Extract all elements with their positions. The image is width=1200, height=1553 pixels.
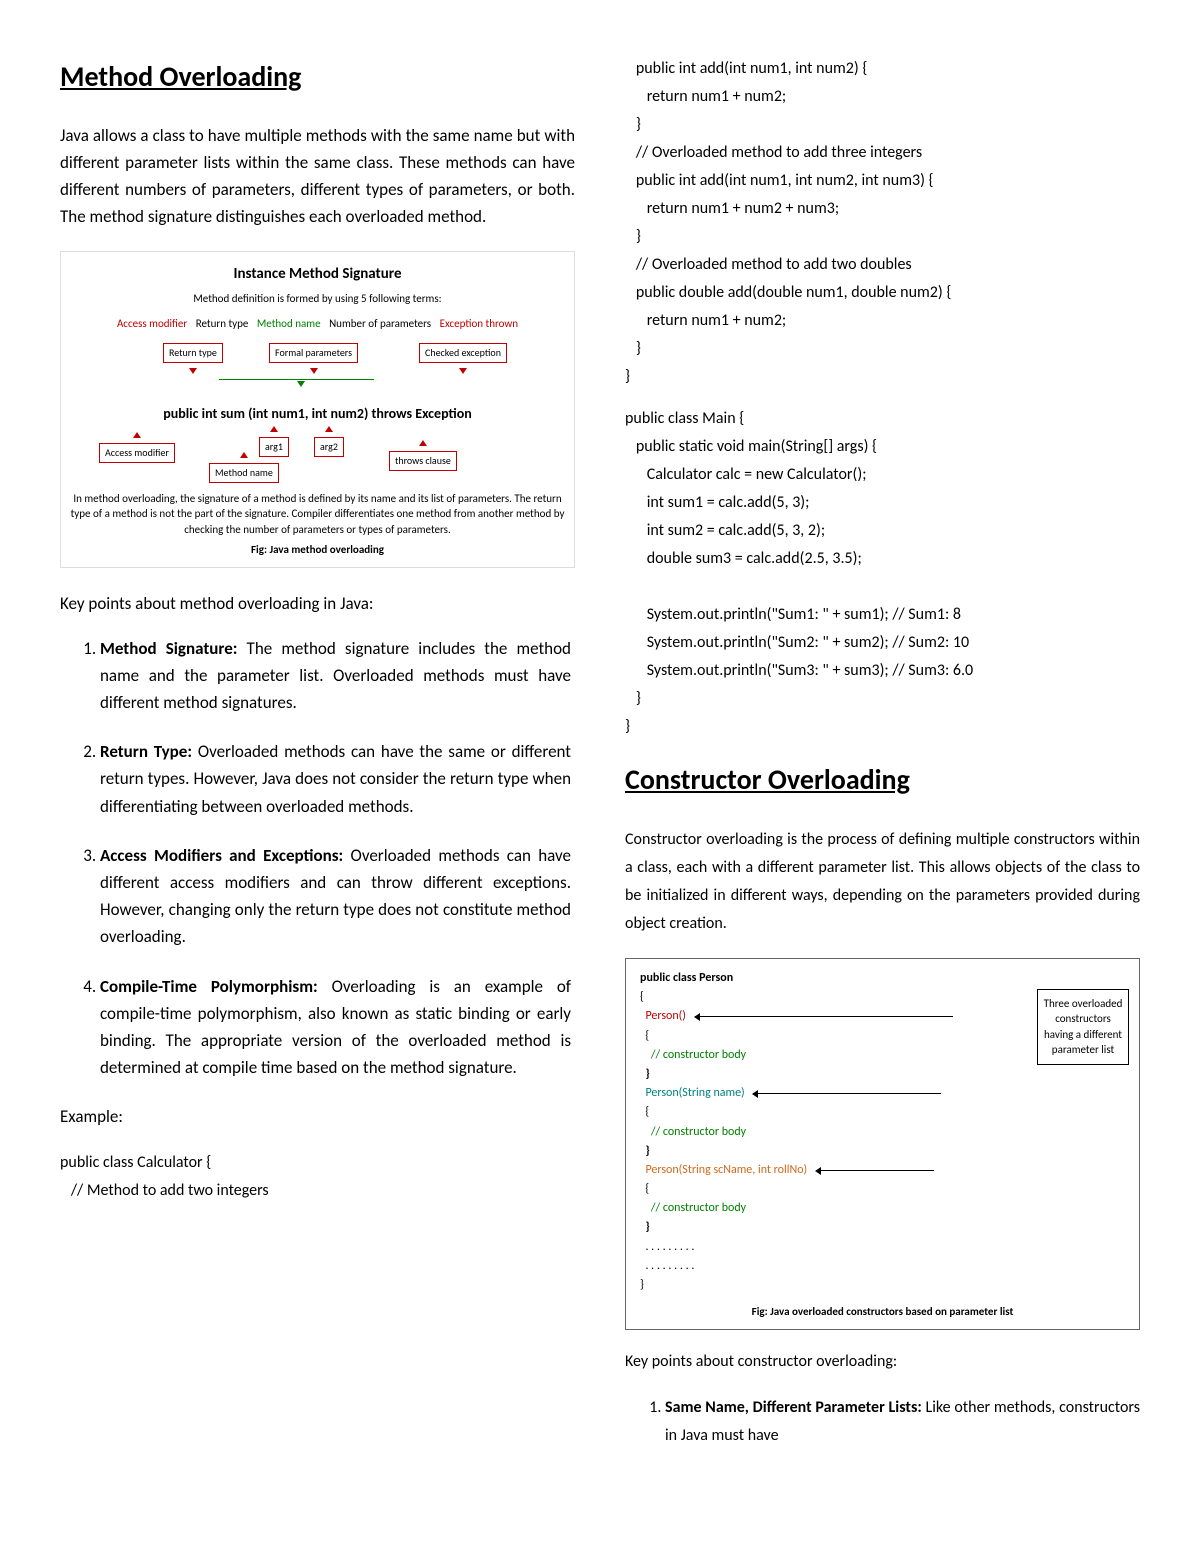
keypoint-item: Method Signature: The method signature i… <box>100 635 575 717</box>
connector-line <box>781 1093 941 1094</box>
method-signature-diagram: Instance Method Signature Method definit… <box>60 251 575 568</box>
heading-method-overloading: Method Overloading <box>60 55 575 100</box>
signature-line: public int sum (int num1, int num2) thro… <box>69 403 566 425</box>
keypoint-title: Compile-Time Polymorphism: <box>100 976 318 997</box>
box-formal-params: Formal parameters <box>269 343 358 363</box>
green-span-line <box>219 379 374 380</box>
right-column: public int add(int num1, int num2) { ret… <box>625 55 1140 1462</box>
legend-name: Method name <box>257 317 321 330</box>
box-access-modifier: Access modifier <box>99 443 175 463</box>
keypoints-intro: Key points about method overloading in J… <box>60 590 575 617</box>
keypoint-title: Access Modifiers and Exceptions: <box>100 845 343 866</box>
code-block-start: public class Calculator { // Method to a… <box>60 1149 575 1205</box>
code-block-main: public class Main { public static void m… <box>625 405 1140 741</box>
ctor-class-decl: public class Person <box>640 971 733 985</box>
ctor-dots: . . . . . . . . . <box>645 1240 694 1254</box>
keypoints-list: Method Signature: The method signature i… <box>100 635 575 1082</box>
diagram-figure-label: Fig: Java method overloading <box>69 541 566 559</box>
heading-constructor-overloading: Constructor Overloading <box>625 755 1140 804</box>
arrow-left-icon <box>753 1093 781 1094</box>
keypoint-item: Return Type: Overloaded methods can have… <box>100 738 575 820</box>
constructor-intro: Constructor overloading is the process o… <box>625 826 1140 938</box>
ctor-keypoint-title: Same Name, Different Parameter Lists: <box>665 1398 922 1417</box>
ctor-3: Person(String scName, int rollNo) <box>645 1163 807 1177</box>
box-method-name: Method name <box>209 463 279 483</box>
diagram-legend: Access modifier Return type Method name … <box>69 315 566 333</box>
keypoint-title: Return Type: <box>100 741 192 762</box>
constructor-side-note: Three overloaded constructors having a d… <box>1037 989 1129 1065</box>
box-checked-exception: Checked exception <box>419 343 507 363</box>
diagram-title: Instance Method Signature <box>69 262 566 286</box>
legend-params: Number of parameters <box>329 317 431 330</box>
keypoint-item: Compile-Time Polymorphism: Overloading i… <box>100 973 575 1082</box>
signature-svg-area: Return type Formal parameters Checked ex… <box>69 343 566 483</box>
arrow-left-icon <box>695 1016 723 1017</box>
ctor-2: Person(String name) <box>645 1086 744 1100</box>
legend-return: Return type <box>196 317 249 330</box>
legend-exception: Exception thrown <box>440 317 518 330</box>
ctor-keypoints-intro: Key points about constructor overloading… <box>625 1348 1140 1376</box>
two-column-layout: Method Overloading Java allows a class t… <box>60 55 1140 1462</box>
ctor-body-comment: // constructor body <box>651 1048 746 1062</box>
keypoint-item: Access Modifiers and Exceptions: Overloa… <box>100 842 575 951</box>
example-label: Example: <box>60 1103 575 1130</box>
constructor-figure-label: Fig: Java overloaded constructors based … <box>640 1303 1125 1321</box>
diagram-subtitle: Method definition is formed by using 5 f… <box>69 290 566 308</box>
ctor-body-comment: // constructor body <box>651 1201 746 1215</box>
constructor-diagram: Three overloaded constructors having a d… <box>625 958 1140 1330</box>
ctor-keypoints-list: Same Name, Different Parameter Lists: Li… <box>665 1394 1140 1450</box>
legend-access: Access modifier <box>117 317 187 330</box>
code-block-calculator: public int add(int num1, int num2) { ret… <box>625 55 1140 391</box>
connector-line <box>723 1016 953 1017</box>
diagram-caption: In method overloading, the signature of … <box>69 491 566 537</box>
ctor-keypoint-item: Same Name, Different Parameter Lists: Li… <box>665 1394 1140 1450</box>
box-arg1: arg1 <box>259 437 289 457</box>
ctor-1: Person() <box>645 1009 686 1023</box>
intro-paragraph: Java allows a class to have multiple met… <box>60 122 575 231</box>
box-arg2: arg2 <box>314 437 344 457</box>
keypoint-title: Method Signature: <box>100 638 237 659</box>
ctor-dots: . . . . . . . . . <box>645 1259 694 1273</box>
green-arrow-icon <box>297 381 305 387</box>
box-return-type: Return type <box>163 343 223 363</box>
ctor-body-comment: // constructor body <box>651 1125 746 1139</box>
arrow-left-icon <box>816 1170 844 1171</box>
box-throws-clause: throws clause <box>389 451 457 471</box>
constructor-code-body: public class Person { Person() { // cons… <box>640 969 1015 1295</box>
connector-line <box>844 1170 934 1171</box>
left-column: Method Overloading Java allows a class t… <box>60 55 575 1462</box>
